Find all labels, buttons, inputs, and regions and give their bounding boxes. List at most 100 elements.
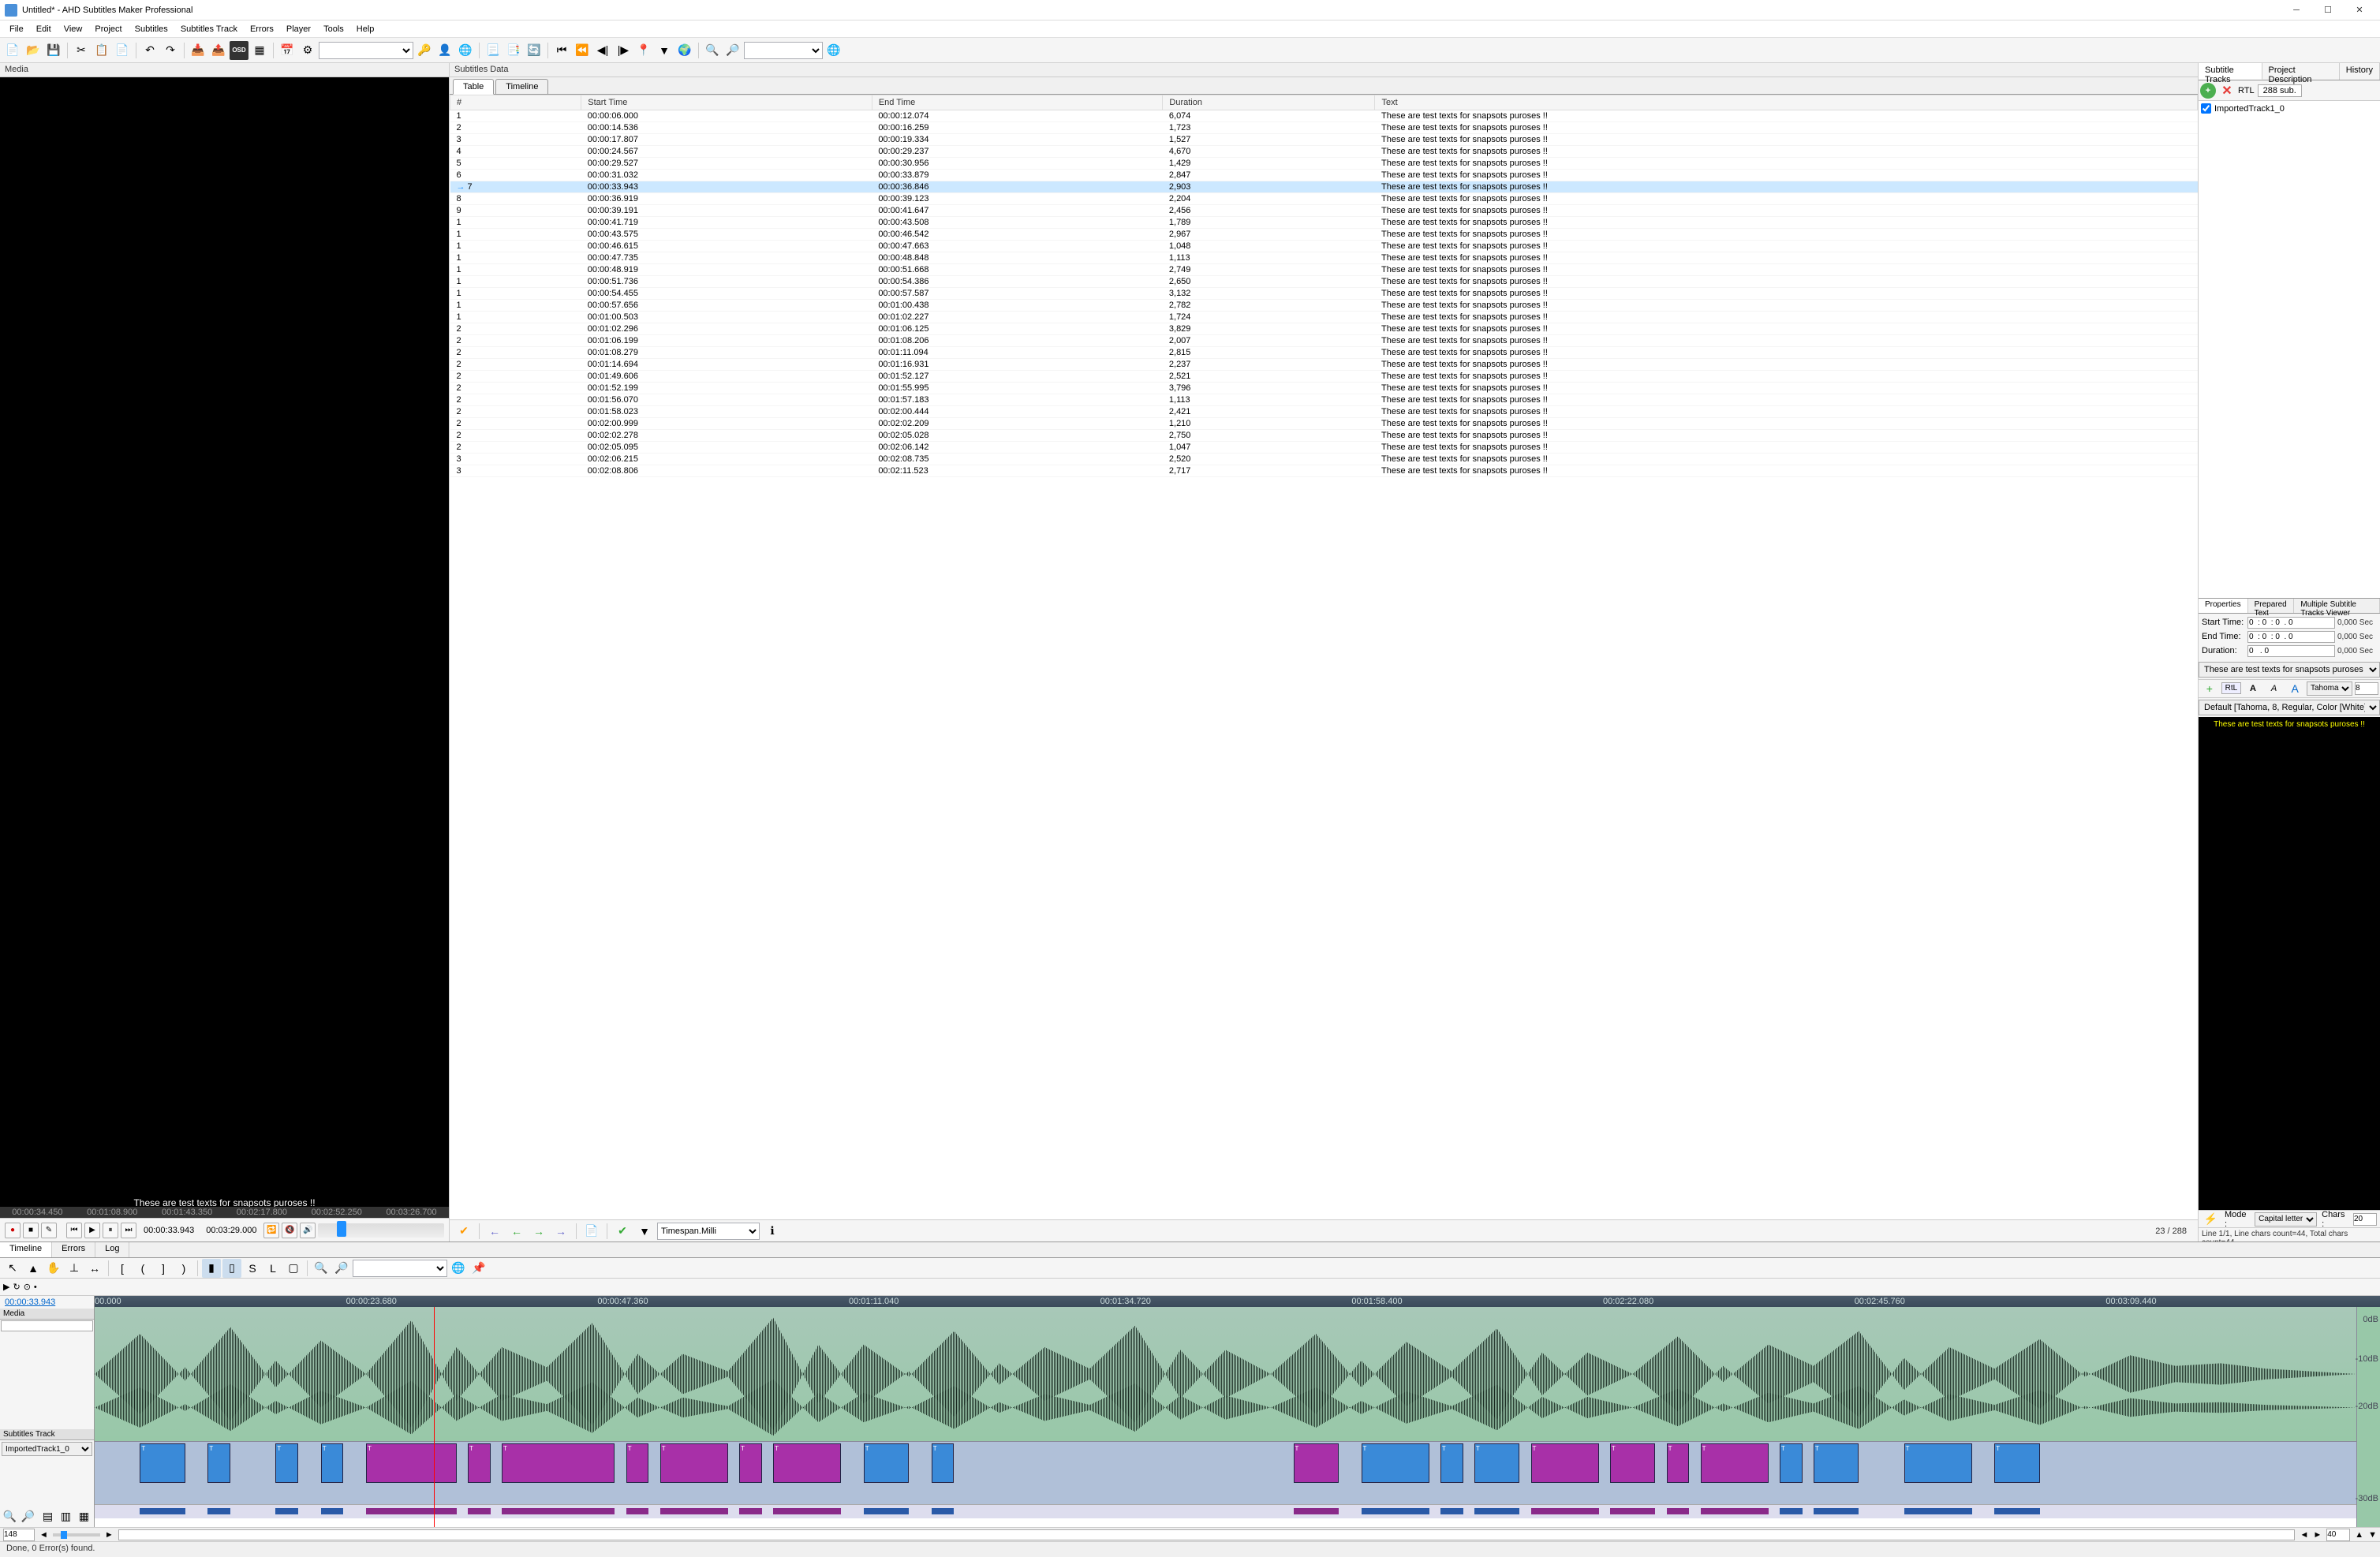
table-row[interactable]: 200:02:00.99900:02:02.2091,210These are … [450,418,2198,430]
prev-button[interactable]: ⏮ [66,1223,82,1238]
tl-combo[interactable] [353,1260,447,1277]
seek-back-icon[interactable]: ⏪ [573,41,592,60]
close-button[interactable]: ✕ [2344,1,2375,20]
table-row[interactable]: 100:00:54.45500:00:57.5873,132These are … [450,288,2198,300]
maximize-button[interactable]: ☐ [2312,1,2344,20]
apply-green-icon[interactable]: ✔ [613,1222,632,1241]
delete-track-button[interactable]: ✕ [2219,83,2235,99]
rtl-button[interactable]: RtL [2221,682,2242,694]
subtitle-clip[interactable]: T [366,1443,457,1483]
tl-zoom-icon[interactable]: 🔍 [312,1259,331,1278]
tl-cursor-icon[interactable]: ↖ [3,1259,22,1278]
web-refresh-icon[interactable]: 🌍 [675,41,694,60]
zoom-in-icon[interactable]: 🔍 [703,41,722,60]
table-row[interactable]: 100:00:43.57500:00:46.5422,967These are … [450,229,2198,241]
timeline-track-select[interactable]: ImportedTrack1_0 [2,1442,92,1456]
table-row[interactable]: 100:00:48.91900:00:51.6682,749These are … [450,264,2198,276]
table-row[interactable]: 800:00:36.91900:00:39.1232,204These are … [450,193,2198,205]
time-format-select[interactable]: Timespan.Milli [657,1223,760,1240]
subtitle-table[interactable]: #Start TimeEnd TimeDurationText100:00:06… [450,95,2198,1219]
table-row[interactable]: 100:00:51.73600:00:54.3862,650These are … [450,276,2198,288]
tab-table[interactable]: Table [453,79,494,95]
subtitle-clip[interactable]: T [1814,1443,1859,1483]
font-size-input[interactable] [2355,682,2378,695]
tl-end-button[interactable]: • [34,1283,37,1292]
table-row[interactable]: 300:02:08.80600:02:11.5232,717These are … [450,465,2198,477]
btab-errors[interactable]: Errors [52,1242,95,1257]
tl-stop-button[interactable]: ⊙ [24,1282,31,1292]
col-header[interactable]: Text [1375,95,2198,110]
menu-project[interactable]: Project [88,23,128,35]
table-row[interactable]: 100:01:00.50300:01:02.2271,724These are … [450,312,2198,323]
add-track-button[interactable]: + [2200,83,2216,99]
style-select[interactable]: Default [Tahoma, 8, Regular, Color [Whit… [2199,700,2380,715]
tab-timeline[interactable]: Timeline [495,79,548,94]
nav-next-icon[interactable]: → [529,1222,548,1241]
subtitle-text-field[interactable]: These are test texts for snapsots purose… [2199,662,2380,678]
table-row[interactable]: 600:00:31.03200:00:33.8792,847These are … [450,170,2198,181]
menu-subtitles track[interactable]: Subtitles Track [174,23,244,35]
new-icon[interactable]: 📄 [3,41,22,60]
track-item[interactable]: ImportedTrack1_0 [2200,103,2378,114]
table-row[interactable]: 200:01:58.02300:02:00.4442,421These are … [450,406,2198,418]
table-row[interactable]: 200:00:14.53600:00:16.2591,723These are … [450,122,2198,134]
color-icon[interactable]: A [2285,679,2304,698]
settings-icon[interactable]: ⚙ [298,41,317,60]
btab-timeline[interactable]: Timeline [0,1242,52,1257]
tl-bracket-open-icon[interactable]: [ [113,1259,132,1278]
menu-edit[interactable]: Edit [30,23,58,35]
tab-project-desc[interactable]: Project Description [2262,63,2340,80]
h-scrollbar[interactable] [118,1529,2296,1540]
tl-mark-icon[interactable]: ▢ [284,1259,303,1278]
check-icon[interactable]: ✔ [454,1222,473,1241]
combo-1[interactable] [319,42,413,59]
marker-icon[interactable]: 📍 [634,41,653,60]
seek-slider[interactable] [318,1223,444,1238]
tl-select-icon[interactable]: ▲ [24,1259,43,1278]
table-row[interactable]: 200:01:02.29600:01:06.1253,829These are … [450,323,2198,335]
seek-prev-icon[interactable]: ◀| [593,41,612,60]
end-time-input[interactable] [2247,631,2335,643]
rec-button[interactable]: ● [5,1223,21,1238]
subtitle-clip[interactable]: T [502,1443,615,1483]
subtitle-clip[interactable]: T [739,1443,762,1483]
subtitle-clip[interactable]: T [1994,1443,2039,1483]
table-row[interactable]: 200:01:49.60600:01:52.1272,521These are … [450,371,2198,383]
subtitle-clip[interactable]: T [773,1443,841,1483]
calendar-icon[interactable]: 📅 [278,41,297,60]
table-row[interactable]: 200:02:02.27800:02:05.0282,750These are … [450,430,2198,442]
paste-icon[interactable]: 📄 [113,41,132,60]
subtitle-clip[interactable]: T [932,1443,955,1483]
table-row[interactable]: 900:00:39.19100:00:41.6472,456These are … [450,205,2198,217]
table-row[interactable]: 100:00:47.73500:00:48.8481,113These are … [450,252,2198,264]
tl-move-icon[interactable]: ↔ [85,1259,104,1278]
key-icon[interactable]: 🔑 [415,41,434,60]
subtitle-clip[interactable]: T [1780,1443,1803,1483]
tl-loop-button[interactable]: ↻ [13,1282,20,1292]
tl-paren-open-icon[interactable]: ( [133,1259,152,1278]
subtitle-clip[interactable]: T [1610,1443,1655,1483]
subtitle-clip[interactable]: T [207,1443,230,1483]
video-preview[interactable]: These are test texts for snapsots purose… [0,77,449,1218]
tl-pin-icon[interactable]: 📌 [469,1259,488,1278]
pause-button[interactable]: ⏸ [103,1223,118,1238]
tl-bracket-close-icon[interactable]: ] [154,1259,173,1278]
nav-prev-icon[interactable]: ← [507,1222,526,1241]
btab-log[interactable]: Log [95,1242,129,1257]
tab-subtitle-tracks[interactable]: Subtitle Tracks [2199,63,2262,80]
tl-play-button[interactable]: ▶ [3,1282,9,1292]
mode-select[interactable]: Capital letter [2255,1212,2317,1227]
apply-icon[interactable]: 🌐 [824,41,843,60]
subtitle-clip[interactable]: T [140,1443,185,1483]
menu-view[interactable]: View [58,23,89,35]
tl-zoomin2-icon[interactable]: 🔍 [2,1507,18,1525]
tab-properties[interactable]: Properties [2199,599,2248,613]
tl-paren-close-icon[interactable]: ) [174,1259,193,1278]
copy-icon[interactable]: 📋 [92,41,111,60]
seek-start-icon[interactable]: ⏮ [552,41,571,60]
subtitle-clip[interactable]: T [275,1443,298,1483]
add-fmt-icon[interactable]: + [2200,679,2219,698]
world-icon[interactable]: 🌐 [456,41,475,60]
tl-hand-icon[interactable]: ✋ [44,1259,63,1278]
tab-prepared-text[interactable]: Prepared Text [2248,599,2295,613]
